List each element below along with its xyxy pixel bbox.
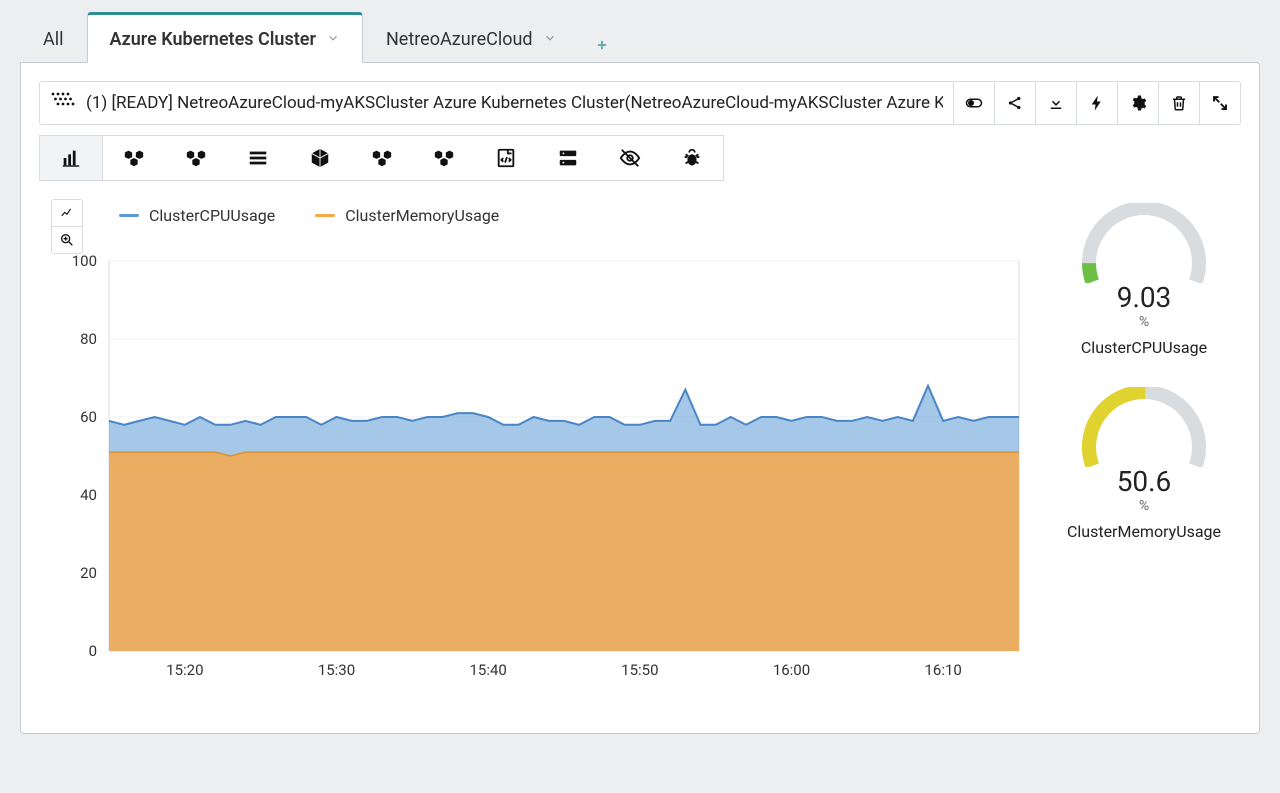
cluster-icon — [50, 91, 76, 116]
legend-label: ClusterCPUUsage — [149, 206, 275, 225]
resource-title[interactable]: (1) [READY] NetreoAzureCloud-myAKSCluste… — [40, 82, 953, 124]
header-bar: (1) [READY] NetreoAzureCloud-myAKSCluste… — [39, 81, 1241, 125]
download-button[interactable] — [1035, 82, 1076, 124]
toggle-button[interactable] — [953, 82, 994, 124]
gauge-unit: % — [1074, 314, 1214, 330]
svg-text:0: 0 — [89, 642, 97, 660]
svg-text:16:00: 16:00 — [773, 661, 810, 679]
gauge-value: 50.6 — [1067, 465, 1221, 498]
legend-swatch — [119, 214, 139, 217]
gauges: 9.03 % ClusterCPUUsage 50.6 % ClusterMem… — [1047, 199, 1241, 715]
chart-line-toggle[interactable] — [52, 200, 82, 226]
view-server-button[interactable] — [537, 136, 599, 180]
settings-button[interactable] — [1117, 82, 1158, 124]
svg-text:100: 100 — [72, 252, 97, 270]
tab-netreo-azure-cloud[interactable]: NetreoAzureCloud — [363, 14, 580, 62]
view-list-button[interactable] — [227, 136, 289, 180]
share-button[interactable] — [994, 82, 1035, 124]
fullscreen-button[interactable] — [1199, 82, 1240, 124]
svg-text:20: 20 — [80, 564, 97, 582]
lightning-button[interactable] — [1076, 82, 1117, 124]
gauge-memory[interactable]: 50.6 % ClusterMemoryUsage — [1067, 387, 1221, 541]
gauge-cpu[interactable]: 9.03 % ClusterCPUUsage — [1074, 203, 1214, 357]
view-cube-button[interactable] — [289, 136, 351, 180]
chevron-down-icon — [543, 29, 557, 50]
panel: (1) [READY] NetreoAzureCloud-myAKSCluste… — [20, 62, 1260, 734]
chart-tools — [51, 199, 83, 254]
svg-text:15:50: 15:50 — [621, 661, 658, 679]
chart-container: ClusterCPUUsage ClusterMemoryUsage 0 20 40… — [39, 199, 1029, 715]
view-chart-button[interactable] — [40, 136, 103, 180]
svg-text:15:30: 15:30 — [318, 661, 355, 679]
view-cubes1-button[interactable] — [103, 136, 165, 180]
tab-label: Azure Kubernetes Cluster — [110, 29, 316, 50]
view-toolbar — [39, 135, 724, 181]
chevron-down-icon — [326, 29, 340, 50]
area-chart[interactable]: 0 20 40 60 80 100 15:20 15:30 15:40 15:50 16:00 16:… — [39, 231, 1029, 711]
add-tab-button[interactable] — [580, 27, 624, 62]
header-actions — [953, 82, 1240, 124]
gauge-unit: % — [1067, 498, 1221, 514]
resource-title-text: (1) [READY] NetreoAzureCloud-myAKSCluste… — [86, 93, 943, 113]
gauge-label: ClusterMemoryUsage — [1067, 522, 1221, 541]
view-bug-button[interactable] — [661, 136, 723, 180]
gauge-value: 9.03 — [1074, 281, 1214, 314]
legend-label: ClusterMemoryUsage — [345, 206, 499, 225]
svg-text:80: 80 — [80, 330, 97, 348]
chart-zoom-in[interactable] — [52, 226, 82, 253]
legend-item-memory[interactable]: ClusterMemoryUsage — [315, 206, 499, 225]
svg-text:60: 60 — [80, 408, 97, 426]
svg-text:40: 40 — [80, 486, 97, 504]
tab-label: NetreoAzureCloud — [386, 29, 533, 50]
tab-label: All — [43, 29, 64, 50]
view-code-button[interactable] — [475, 136, 537, 180]
delete-button[interactable] — [1158, 82, 1199, 124]
view-cubes4-button[interactable] — [413, 136, 475, 180]
view-cubes2-button[interactable] — [165, 136, 227, 180]
chart-legend: ClusterCPUUsage ClusterMemoryUsage — [39, 199, 1029, 231]
svg-text:16:10: 16:10 — [924, 661, 961, 679]
gauge-label: ClusterCPUUsage — [1074, 338, 1214, 357]
legend-item-cpu[interactable]: ClusterCPUUsage — [119, 206, 275, 225]
tab-row: All Azure Kubernetes Cluster NetreoAzure… — [20, 6, 1260, 62]
tab-all[interactable]: All — [20, 14, 87, 62]
tab-azure-kubernetes-cluster[interactable]: Azure Kubernetes Cluster — [87, 12, 363, 63]
svg-text:15:20: 15:20 — [166, 661, 203, 679]
legend-swatch — [315, 214, 335, 217]
view-cubes3-button[interactable] — [351, 136, 413, 180]
view-hidden-button[interactable] — [599, 136, 661, 180]
svg-text:15:40: 15:40 — [469, 661, 506, 679]
